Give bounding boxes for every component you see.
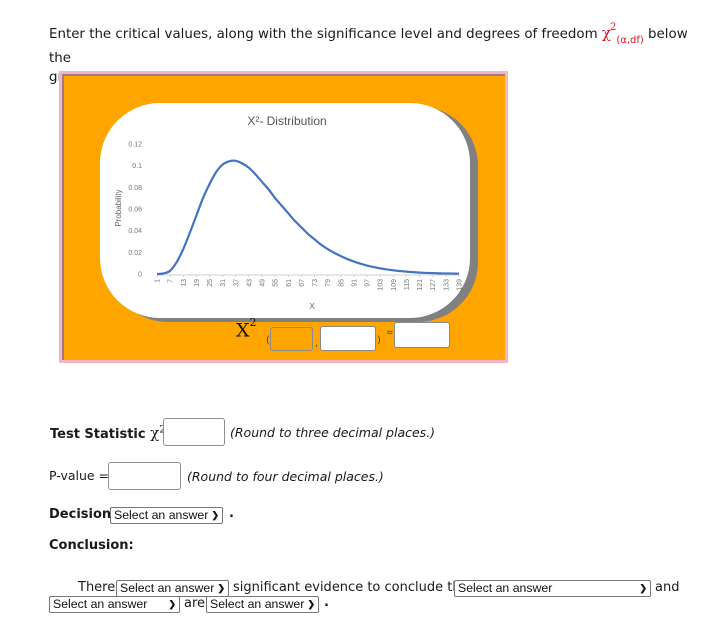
- conclusion-period: .: [324, 595, 329, 610]
- critical-chi-symbol: X2: [236, 316, 257, 342]
- x-tick-label: 97: [365, 279, 372, 287]
- x-tick-label: 73: [312, 279, 319, 287]
- conclusion-are: are: [184, 596, 206, 611]
- critical-value-input[interactable]: [394, 322, 450, 348]
- conclusion-select-claim-value: Select an answer: [458, 581, 553, 595]
- x-tick-label: 109: [391, 279, 398, 291]
- x-tick-label: 91: [351, 279, 358, 287]
- x-tick-label: 19: [194, 279, 201, 287]
- df-input[interactable]: [320, 326, 376, 351]
- test-chi-symbol: χ: [150, 424, 160, 442]
- conclusion-text-1: significant evidence to conclude that: [233, 580, 474, 595]
- chi-critical-notation: χ2(α,df): [602, 22, 644, 46]
- decision-select[interactable]: Select an answer ❯: [110, 507, 223, 524]
- x-tick-label: 13: [181, 279, 188, 287]
- test-statistic-label: Test Statistic χ2 =: [50, 424, 178, 442]
- critical-symbol: X: [236, 319, 250, 342]
- x-tick-label: 139: [457, 279, 464, 291]
- chevron-down-icon: ❯: [217, 583, 225, 593]
- x-tick-label: 133: [443, 279, 450, 291]
- conclusion-label: Conclusion:: [49, 538, 134, 553]
- chi-square-chart: X²- Distribution Probability X 0 0.02 0.04…: [114, 114, 464, 311]
- x-tick-label: 49: [260, 279, 267, 287]
- instructions-text-1: Enter the critical values, along with th…: [49, 27, 602, 42]
- decision-period: .: [229, 506, 234, 521]
- x-tick-label: 85: [338, 279, 345, 287]
- critical-sup: 2: [249, 316, 257, 329]
- conclusion-select-variables[interactable]: Select an answer ❯: [49, 596, 180, 613]
- close-paren: ): [377, 335, 381, 346]
- y-tick-label: 0.06: [128, 207, 142, 214]
- chevron-down-icon: ❯: [639, 583, 647, 593]
- chi-sub: (α,df): [616, 35, 644, 46]
- density-curve: [156, 159, 460, 276]
- conclusion-select-claim[interactable]: Select an answer ❯: [454, 580, 651, 597]
- x-tick-label: 121: [417, 279, 424, 291]
- conclusion-there: There: [78, 580, 116, 595]
- x-tick-label: 61: [286, 279, 293, 287]
- conclusion-select-evidence[interactable]: Select an answer ❯: [116, 580, 229, 597]
- y-tick-label: 0.1: [132, 163, 142, 170]
- conclusion-and: and: [655, 580, 680, 595]
- x-tick-label: 1: [155, 279, 162, 283]
- p-value-hint: (Round to four decimal places.): [187, 469, 384, 484]
- y-tick-label: 0.08: [128, 185, 142, 192]
- conclusion-select-relationship[interactable]: Select an answer ❯: [206, 596, 319, 613]
- y-tick-label: 0.04: [128, 228, 142, 235]
- chart-title: X²- Distribution: [247, 114, 326, 128]
- x-tick-label: 67: [299, 279, 306, 287]
- chi-sup: 2: [609, 22, 617, 33]
- x-tick-label: 55: [273, 279, 280, 287]
- chevron-down-icon: ❯: [168, 599, 176, 609]
- y-tick-label: 0: [138, 272, 142, 279]
- x-tick-label: 127: [430, 279, 437, 291]
- x-tick-label: 7: [168, 279, 175, 283]
- x-tick-label: 43: [246, 279, 253, 287]
- decision-select-value: Select an answer: [114, 508, 209, 522]
- x-tick-label: 25: [207, 279, 214, 287]
- alpha-input[interactable]: [270, 327, 313, 351]
- p-value-label: P-value =: [49, 468, 110, 483]
- x-tick-label: 115: [404, 279, 411, 290]
- conclusion-select-relationship-value: Select an answer: [210, 597, 305, 611]
- x-tick-label: 103: [378, 279, 385, 291]
- p-value-input[interactable]: [108, 462, 181, 490]
- conclusion-select-variables-value: Select an answer: [53, 597, 148, 611]
- y-tick-label: 0.12: [128, 142, 142, 149]
- chevron-down-icon: ❯: [211, 510, 219, 520]
- x-tick-label: 37: [233, 279, 240, 287]
- equals-sign: =: [386, 328, 394, 338]
- comma: ,: [315, 338, 319, 349]
- x-axis-label: X: [309, 302, 315, 311]
- decision-label: Decision:: [49, 507, 117, 522]
- x-tick-label: 31: [220, 279, 227, 287]
- x-tick-label: 79: [325, 279, 332, 287]
- test-statistic-hint: (Round to three decimal places.): [230, 425, 436, 440]
- chevron-down-icon: ❯: [307, 599, 315, 609]
- y-tick-label: 0.02: [128, 250, 142, 257]
- test-statistic-text: Test Statistic: [50, 427, 151, 442]
- y-axis-label: Probability: [114, 189, 123, 226]
- test-statistic-input[interactable]: [163, 418, 225, 446]
- conclusion-select-evidence-value: Select an answer: [120, 581, 215, 595]
